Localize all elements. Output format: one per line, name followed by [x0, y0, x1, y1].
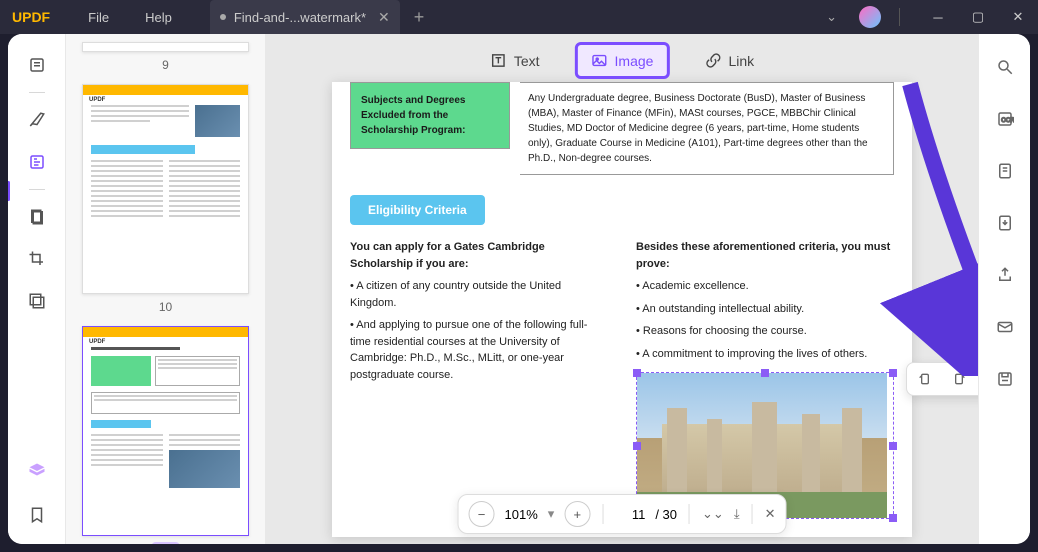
- new-tab-button[interactable]: +: [414, 7, 425, 28]
- comment-tool-icon[interactable]: [20, 103, 54, 137]
- zoom-in-button[interactable]: +: [564, 501, 590, 527]
- rotate-left-icon[interactable]: [915, 369, 935, 389]
- user-avatar[interactable]: [859, 6, 881, 28]
- thumbnail-page-10[interactable]: UPDF: [82, 84, 249, 294]
- divider: [899, 8, 900, 26]
- ocr-icon[interactable]: OCR: [988, 102, 1022, 136]
- thumbnail-panel: 9 UPDF 10 UPDF 11: [66, 34, 266, 544]
- image-edit-toolbar: [906, 362, 978, 396]
- link-tool-label: Link: [728, 53, 754, 69]
- right-bullet-1: • Academic excellence.: [636, 278, 894, 295]
- expand-down-icon[interactable]: ⌄⌄: [702, 506, 724, 522]
- close-bar-icon[interactable]: ✕: [765, 506, 776, 522]
- thumb-label-9: 9: [82, 58, 249, 72]
- tab-unsaved-dot: [220, 14, 226, 20]
- reader-tool-icon[interactable]: [20, 48, 54, 82]
- thumb-label-11: 11: [151, 542, 180, 544]
- left-intro: You can apply for a Gates Cambridge Scho…: [350, 241, 545, 270]
- tab-title: Find-and-...watermark*: [234, 10, 366, 25]
- edit-toolbar: Text Image Link: [477, 42, 767, 79]
- save-icon[interactable]: [988, 362, 1022, 396]
- window-maximize-button[interactable]: ▢: [958, 0, 998, 34]
- layers-icon[interactable]: [20, 454, 54, 488]
- left-bullet-1: • A citizen of any country outside the U…: [350, 278, 608, 311]
- resize-handle[interactable]: [889, 514, 897, 522]
- image-tool-label: Image: [615, 53, 654, 69]
- zoom-out-button[interactable]: −: [469, 501, 495, 527]
- image-tool-button[interactable]: Image: [575, 42, 670, 79]
- email-icon[interactable]: [988, 310, 1022, 344]
- organize-tool-icon[interactable]: [20, 200, 54, 234]
- right-bullet-2: • An outstanding intellectual ability.: [636, 301, 894, 318]
- right-intro: Besides these aforementioned criteria, y…: [636, 241, 890, 270]
- text-tool-button[interactable]: Text: [477, 45, 553, 76]
- eligibility-heading: Eligibility Criteria: [350, 195, 485, 225]
- thumbnail-page-9[interactable]: [82, 42, 249, 52]
- resize-handle[interactable]: [633, 369, 641, 377]
- excluded-desc: Any Undergraduate degree, Business Docto…: [520, 82, 894, 175]
- tab-close-icon[interactable]: ✕: [378, 9, 390, 26]
- document-tab[interactable]: Find-and-...watermark* ✕: [210, 0, 400, 34]
- form-icon[interactable]: [988, 154, 1022, 188]
- search-icon[interactable]: [988, 50, 1022, 84]
- excluded-subjects-box: Subjects and Degrees Excluded from the S…: [350, 82, 510, 149]
- zoom-value: 101%: [505, 507, 538, 522]
- text-tool-label: Text: [514, 53, 540, 69]
- page-total: 30: [655, 507, 677, 522]
- resize-handle[interactable]: [761, 369, 769, 377]
- page-input[interactable]: [615, 507, 645, 522]
- bookmark-icon[interactable]: [20, 498, 54, 532]
- document-page[interactable]: Subjects and Degrees Excluded from the S…: [332, 82, 912, 537]
- tools-icon[interactable]: [20, 284, 54, 318]
- resize-handle[interactable]: [889, 442, 897, 450]
- jump-bottom-icon[interactable]: ⤓: [734, 506, 740, 522]
- window-close-button[interactable]: ✕: [998, 0, 1038, 34]
- thumbnail-page-11[interactable]: UPDF: [82, 326, 249, 536]
- left-toolbar: [8, 34, 66, 544]
- chevron-down-icon[interactable]: ⌄: [826, 9, 837, 25]
- app-logo: UPDF: [12, 9, 50, 25]
- active-tool-indicator: [8, 181, 10, 201]
- document-viewport: Text Image Link Subjects and Degrees Exc…: [266, 34, 978, 544]
- resize-handle[interactable]: [889, 369, 897, 377]
- left-bullet-2: • And applying to pursue one of the foll…: [350, 317, 608, 383]
- thumb-label-10: 10: [82, 300, 249, 314]
- share-icon[interactable]: [988, 258, 1022, 292]
- right-bullet-3: • Reasons for choosing the course.: [636, 323, 894, 340]
- right-toolbar: OCR: [978, 34, 1030, 544]
- menu-help[interactable]: Help: [127, 0, 190, 34]
- edit-tool-icon[interactable]: [20, 145, 54, 179]
- right-bullet-4: • A commitment to improving the lives of…: [636, 346, 894, 363]
- export-icon[interactable]: [988, 206, 1022, 240]
- zoom-dropdown-icon[interactable]: ▾: [548, 506, 555, 522]
- zoom-page-bar: − 101% ▾ + 30 ⌄⌄ ⤓ ✕: [458, 494, 787, 534]
- window-minimize-button[interactable]: ─: [918, 0, 958, 34]
- rotate-right-icon[interactable]: [949, 369, 969, 389]
- link-tool-button[interactable]: Link: [691, 45, 767, 76]
- svg-text:OCR: OCR: [1001, 118, 1014, 124]
- crop-tool-icon[interactable]: [20, 242, 54, 276]
- resize-handle[interactable]: [633, 442, 641, 450]
- menu-file[interactable]: File: [70, 0, 127, 34]
